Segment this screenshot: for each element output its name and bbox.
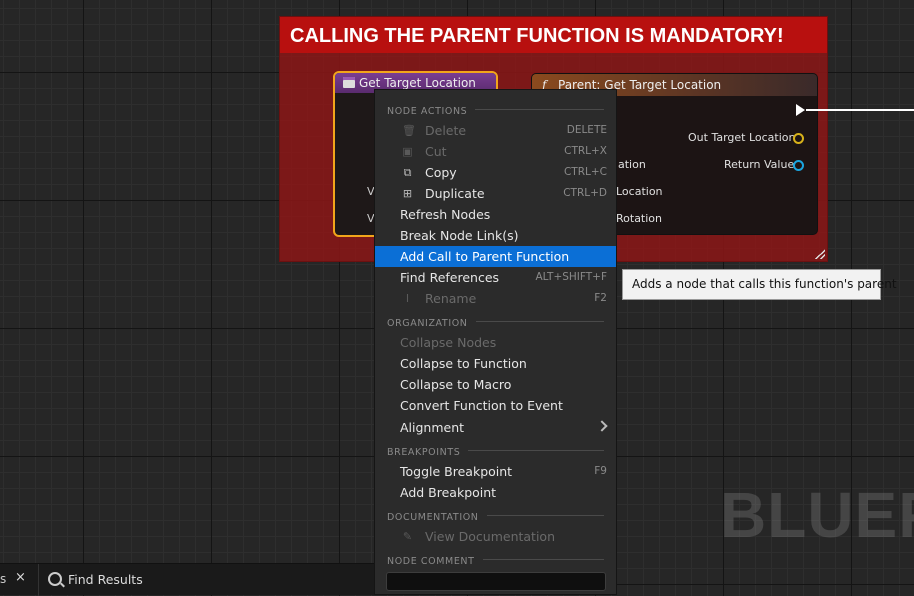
section-breakpoints: BREAKPOINTS xyxy=(387,443,604,458)
menu-item-collapse-function[interactable]: Collapse to Function xyxy=(375,353,616,374)
menu-item-alignment[interactable]: Alignment xyxy=(375,417,616,438)
menu-item-delete[interactable]: 🗑 Delete DELETE xyxy=(375,120,616,141)
menu-item-add-breakpoint[interactable]: Add Breakpoint xyxy=(375,482,616,503)
close-icon[interactable]: × xyxy=(15,570,26,585)
cut-icon: ▣ xyxy=(402,145,413,158)
exec-out-pin[interactable] xyxy=(796,104,805,116)
input-pin-label: Rotation xyxy=(616,212,663,225)
menu-item-collapse-nodes[interactable]: Collapse Nodes xyxy=(375,332,616,353)
menu-item-add-call-parent[interactable]: Add Call to Parent Function xyxy=(375,246,616,267)
section-node-comment: NODE COMMENT xyxy=(387,552,604,567)
blueprint-watermark: BLUEPR xyxy=(720,479,914,551)
docs-icon: ✎ xyxy=(402,530,413,543)
menu-item-convert-event[interactable]: Convert Function to Event xyxy=(375,395,616,416)
search-icon xyxy=(48,572,62,586)
menu-item-refresh-nodes[interactable]: Refresh Nodes xyxy=(375,204,616,225)
tab-divider xyxy=(38,564,39,596)
function-icon xyxy=(343,77,355,88)
bottom-tab-bar: s × Find Results xyxy=(0,563,374,596)
node-comment-input[interactable] xyxy=(386,572,606,591)
node-title: Get Target Location xyxy=(359,76,476,90)
section-documentation: DOCUMENTATION xyxy=(387,508,604,523)
tab-find-results[interactable]: Find Results xyxy=(68,572,143,587)
menu-item-cut[interactable]: ▣ Cut CTRL+X xyxy=(375,141,616,162)
chevron-right-icon xyxy=(596,420,608,432)
menu-item-copy[interactable]: ⧉ Copy CTRL+C xyxy=(375,162,616,183)
rename-icon: I xyxy=(405,292,410,305)
trash-icon: 🗑 xyxy=(402,124,416,137)
menu-item-break-links[interactable]: Break Node Link(s) xyxy=(375,225,616,246)
tab-fragment[interactable]: s xyxy=(0,572,6,586)
menu-item-rename[interactable]: I Rename F2 xyxy=(375,288,616,309)
menu-item-duplicate[interactable]: ⊞ Duplicate CTRL+D xyxy=(375,183,616,204)
duplicate-icon: ⊞ xyxy=(402,187,413,200)
return-value-pin[interactable] xyxy=(793,160,804,171)
resize-handle-icon[interactable] xyxy=(815,249,825,259)
return-value-label: Return Value xyxy=(724,158,795,171)
node-context-menu[interactable]: NODE ACTIONS 🗑 Delete DELETE ▣ Cut CTRL+… xyxy=(374,89,617,595)
out-target-location-label: Out Target Location xyxy=(688,131,796,144)
menu-item-toggle-breakpoint[interactable]: Toggle Breakpoint F9 xyxy=(375,461,616,482)
input-pin-label: Location xyxy=(616,185,663,198)
copy-icon: ⧉ xyxy=(403,166,412,179)
input-pin-label: ation xyxy=(618,158,646,171)
exec-wire xyxy=(806,109,914,111)
section-organization: ORGANIZATION xyxy=(387,314,604,329)
section-node-actions: NODE ACTIONS xyxy=(387,102,604,117)
out-target-location-pin[interactable] xyxy=(793,133,804,144)
menu-item-view-docs[interactable]: ✎ View Documentation xyxy=(375,526,616,547)
tooltip: Adds a node that calls this function's p… xyxy=(622,269,897,300)
comment-title[interactable]: CALLING THE PARENT FUNCTION IS MANDATORY… xyxy=(280,17,827,53)
menu-item-collapse-macro[interactable]: Collapse to Macro xyxy=(375,374,616,395)
menu-item-find-references[interactable]: Find References ALT+SHIFT+F xyxy=(375,267,616,288)
